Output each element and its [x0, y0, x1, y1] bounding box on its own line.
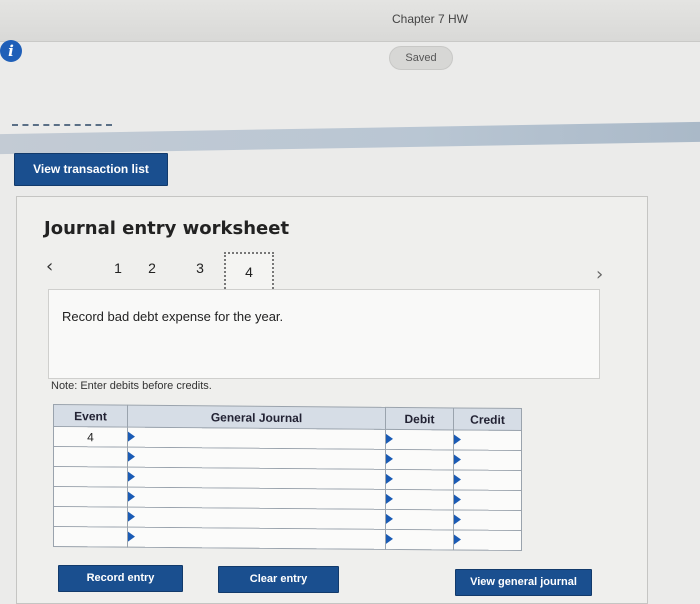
instruction-box: [48, 289, 600, 379]
event-cell: [53, 466, 128, 488]
account-select[interactable]: [127, 527, 386, 550]
input-marker-icon: [454, 434, 461, 445]
input-marker-icon: [386, 473, 393, 484]
debit-column-header: Debit: [385, 407, 454, 430]
input-marker-icon: [454, 514, 461, 525]
general-journal-column-header: General Journal: [127, 405, 386, 430]
event-cell: 4: [53, 426, 128, 448]
input-marker-icon: [454, 494, 461, 505]
credit-input[interactable]: [453, 509, 522, 531]
credit-input[interactable]: [453, 469, 522, 491]
input-marker-icon: [386, 433, 393, 444]
info-icon[interactable]: i: [0, 40, 22, 62]
worksheet-title: Journal entry worksheet: [44, 218, 290, 239]
clear-entry-button[interactable]: Clear entry: [218, 566, 339, 593]
input-marker-icon: [386, 493, 393, 504]
credit-input[interactable]: [453, 449, 522, 471]
top-bar: Chapter 7 HW: [0, 0, 700, 42]
page-title: Chapter 7 HW: [391, 12, 469, 26]
dropdown-marker-icon: [128, 531, 135, 542]
event-cell: [53, 506, 128, 528]
account-select[interactable]: [127, 487, 386, 510]
dropdown-marker-icon: [128, 471, 135, 482]
section-divider: [0, 121, 700, 155]
input-marker-icon: [386, 533, 393, 544]
divider-dash: [12, 124, 112, 126]
dropdown-marker-icon: [128, 491, 135, 502]
view-transaction-list-button[interactable]: View transaction list: [14, 153, 168, 186]
chevron-left-icon[interactable]: ‹: [46, 256, 53, 277]
chevron-right-icon[interactable]: ›: [596, 264, 603, 285]
dropdown-marker-icon: [128, 511, 135, 522]
input-marker-icon: [454, 454, 461, 465]
saved-status-badge: Saved: [389, 46, 453, 70]
account-select[interactable]: [127, 447, 386, 470]
journal-table: Event General Journal Debit Credit 4: [53, 404, 522, 551]
event-cell: [53, 526, 128, 548]
credit-input[interactable]: [453, 429, 522, 451]
credit-input[interactable]: [453, 529, 522, 551]
note-text: Note: Enter debits before credits.: [51, 380, 212, 392]
debit-input[interactable]: [385, 469, 454, 490]
input-marker-icon: [386, 453, 393, 464]
account-select[interactable]: [127, 427, 386, 450]
debit-input[interactable]: [385, 449, 454, 470]
dropdown-marker-icon: [128, 431, 135, 442]
account-select[interactable]: [127, 467, 386, 490]
debit-input[interactable]: [385, 429, 454, 450]
worksheet-page-4-active[interactable]: 4: [224, 252, 274, 292]
input-marker-icon: [386, 513, 393, 524]
input-marker-icon: [454, 474, 461, 485]
event-column-header: Event: [53, 404, 128, 428]
debit-input[interactable]: [385, 489, 454, 510]
event-cell: [53, 446, 128, 468]
view-general-journal-button[interactable]: View general journal: [455, 569, 592, 596]
dropdown-marker-icon: [128, 451, 135, 462]
event-cell: [53, 486, 128, 508]
worksheet-page-3[interactable]: 3: [190, 260, 210, 276]
account-select[interactable]: [127, 507, 386, 530]
table-row: [53, 526, 522, 551]
debit-input[interactable]: [385, 509, 454, 530]
credit-input[interactable]: [453, 489, 522, 511]
worksheet-page-2[interactable]: 2: [142, 260, 162, 276]
credit-column-header: Credit: [453, 407, 522, 431]
record-entry-button[interactable]: Record entry: [58, 565, 183, 592]
instruction-text: Record bad debt expense for the year.: [62, 309, 284, 324]
debit-input[interactable]: [385, 529, 454, 550]
input-marker-icon: [454, 534, 461, 545]
worksheet-page-1[interactable]: 1: [108, 260, 128, 276]
